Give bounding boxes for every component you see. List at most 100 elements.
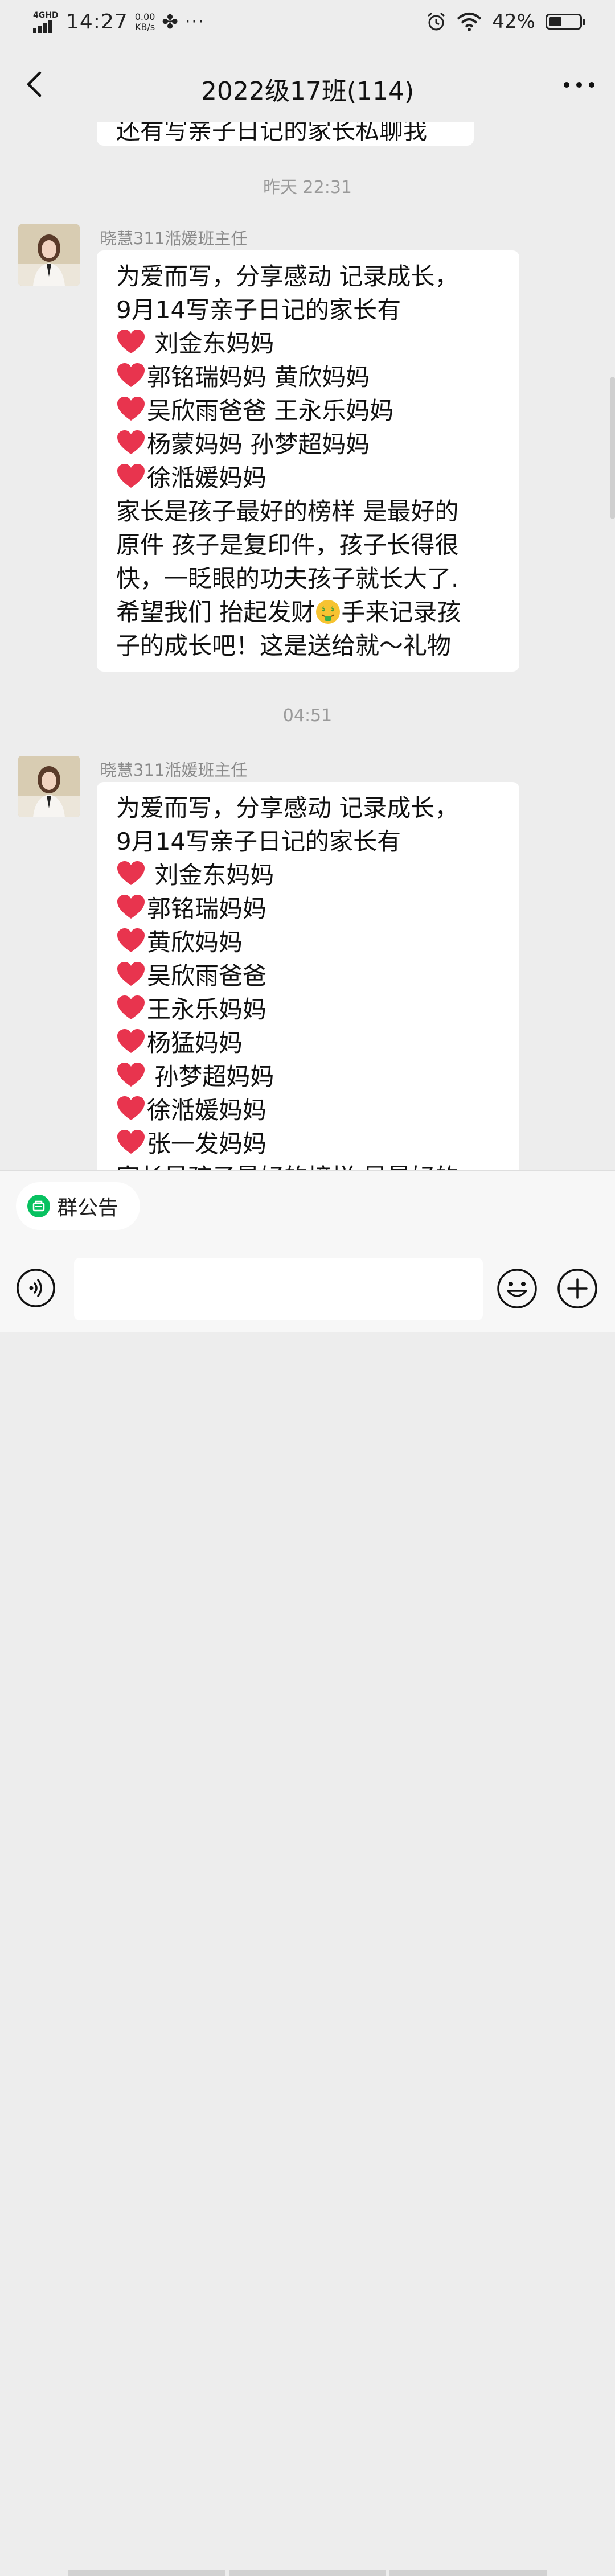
- avatar[interactable]: [18, 756, 80, 817]
- message-line: 杨猛妈妈: [116, 1026, 500, 1060]
- message-line: 徐湉媛妈妈: [116, 461, 500, 495]
- announcement-icon: [27, 1195, 50, 1217]
- emoji-icon[interactable]: [497, 1268, 538, 1309]
- message-text: 还有写亲子日记的家长私聊我: [116, 122, 428, 145]
- message-line: 刘金东妈妈: [116, 327, 500, 360]
- heart-emoji-icon: [117, 1063, 145, 1087]
- avatar-image: [18, 756, 80, 817]
- message-line: 希望我们 抬起发财 $ $ 手来记录孩: [116, 595, 500, 629]
- avatar[interactable]: [18, 224, 80, 286]
- message-line-text: 吴欣雨爸爸 王永乐妈妈: [147, 397, 394, 425]
- heart-emoji-icon: [117, 995, 145, 1019]
- svg-text:$: $: [322, 605, 326, 612]
- more-options-icon[interactable]: [559, 71, 599, 99]
- message-line: 刘金东妈妈: [116, 858, 500, 892]
- message-line-text: 手来记录孩: [341, 598, 461, 626]
- sender-name: 晓慧311湉媛班主任: [100, 760, 248, 780]
- message-line-text: 郭铭瑞妈妈 黄欣妈妈: [147, 363, 370, 391]
- message-line-text: 黄欣妈妈: [147, 928, 243, 956]
- message-line-text: 王永乐妈妈: [147, 995, 267, 1023]
- input-bar: [0, 1244, 615, 2576]
- message-line: 孙梦超妈妈: [116, 1060, 500, 1093]
- battery-percent: 42%: [492, 10, 535, 33]
- network-speed-value: 0.00: [134, 11, 155, 22]
- message-line: 郭铭瑞妈妈 黄欣妈妈: [116, 360, 500, 394]
- network-type: 4GHD: [33, 10, 59, 20]
- heart-emoji-icon: [117, 397, 145, 421]
- message-line: 家长是孩子最好的榜样 是最好的: [116, 495, 500, 528]
- message-line: 为爱而写，分享感动 记录成长，: [116, 260, 500, 293]
- avatar-image: [18, 224, 80, 286]
- signal-icon: [33, 20, 59, 33]
- message-timestamp: 04:51: [282, 706, 333, 726]
- message-line: 张一发妈妈: [116, 1127, 500, 1161]
- message-input[interactable]: [74, 1258, 483, 1320]
- heart-emoji-icon: [117, 1096, 145, 1120]
- wifi-icon: [457, 13, 482, 31]
- message-line: 杨蒙妈妈 孙梦超妈妈: [116, 427, 500, 461]
- plus-icon[interactable]: [557, 1268, 598, 1309]
- battery-level: [549, 17, 561, 26]
- announcement-label: 群公告: [57, 1196, 119, 1220]
- message-line: 子的成长吧！这是送给就～礼物: [116, 629, 500, 662]
- message-line: 快，一眨眼的功夫孩子就长大了.: [116, 562, 500, 595]
- chat-area[interactable]: 还有写亲子日记的家长私聊我 昨天 22:31 晓慧311湉媛班主任 为爱而写，分…: [0, 122, 615, 1170]
- message-line-text: 子的成长吧！这是送给就～礼物: [116, 632, 452, 660]
- chat-header: 2022级17班(114): [0, 48, 615, 122]
- network-speed: 0.00 KB/s: [134, 11, 155, 32]
- message-line: 徐湉媛妈妈: [116, 1093, 500, 1127]
- message-line-text: 刘金东妈妈: [147, 330, 274, 357]
- heart-emoji-icon: [117, 895, 145, 919]
- status-bar: 4GHD 14:27 0.00 KB/s ✤ ··· 42%: [0, 0, 615, 48]
- battery-icon: [546, 14, 585, 30]
- message-line: 9月14写亲子日记的家长有: [116, 293, 500, 327]
- message-line-text: 徐湉媛妈妈: [147, 1096, 267, 1124]
- network-indicator: 4GHD: [33, 11, 59, 33]
- svg-text:$: $: [331, 605, 335, 612]
- heart-emoji-icon: [117, 363, 145, 387]
- announcement-bar: 群公告: [0, 1170, 615, 1245]
- message-line: 郭铭瑞妈妈: [116, 892, 500, 925]
- message-line-text: 杨猛妈妈: [147, 1029, 243, 1057]
- network-speed-unit: KB/s: [134, 21, 155, 32]
- status-time: 14:27: [66, 10, 128, 34]
- message-line-text: 郭铭瑞妈妈: [147, 895, 267, 923]
- message-line-text: 快，一眨眼的功夫孩子就长大了.: [116, 565, 459, 592]
- sender-name: 晓慧311湉媛班主任: [100, 229, 248, 248]
- message-line: 原件 孩子是复印件，孩子长得很: [116, 528, 500, 562]
- heart-emoji-icon: [117, 1029, 145, 1053]
- message-timestamp: 昨天 22:31: [263, 178, 352, 197]
- heart-emoji-icon: [117, 330, 145, 353]
- message-line: 黄欣妈妈: [116, 925, 500, 959]
- message-line: 吴欣雨爸爸: [116, 959, 500, 993]
- message-line-text: 张一发妈妈: [147, 1130, 267, 1158]
- bottom-strip: [68, 2570, 547, 2576]
- message-line-text: 9月14写亲子日记的家长有: [116, 828, 401, 855]
- message-line-text: 为爱而写，分享感动 记录成长，: [116, 262, 459, 290]
- message-line-text: 家长是孩子最好的榜样 是最好的: [116, 1163, 458, 1170]
- message-line: 吴欣雨爸爸 王永乐妈妈: [116, 394, 500, 427]
- money-mouth-face-icon: $ $: [316, 600, 341, 624]
- scrollbar[interactable]: [610, 377, 615, 519]
- message-line-text: 家长是孩子最好的榜样 是最好的: [116, 497, 459, 525]
- message-bubble-partial[interactable]: 还有写亲子日记的家长私聊我: [97, 122, 474, 146]
- message-bubble[interactable]: 为爱而写，分享感动 记录成长， 9月14写亲子日记的家长有 刘金东妈妈郭铭瑞妈妈黄…: [97, 782, 519, 1170]
- group-announcement-button[interactable]: 群公告: [16, 1182, 140, 1230]
- message-line-text: 9月14写亲子日记的家长有: [116, 296, 401, 324]
- message-line: 9月14写亲子日记的家长有: [116, 825, 500, 858]
- heart-emoji-icon: [117, 962, 145, 986]
- voice-input-icon[interactable]: [16, 1268, 56, 1308]
- message-line-text: 吴欣雨爸爸: [147, 962, 267, 990]
- message-line-text: 原件 孩子是复印件，孩子长得很: [116, 531, 459, 559]
- heart-emoji-icon: [117, 464, 145, 488]
- message-line-text: 希望我们 抬起发财: [116, 598, 315, 626]
- alarm-icon: [428, 12, 445, 31]
- message-line: 为爱而写，分享感动 记录成长，: [116, 791, 500, 825]
- fan-icon: ✤: [162, 10, 178, 34]
- message-line: 家长是孩子最好的榜样 是最好的: [116, 1161, 500, 1170]
- heart-emoji-icon: [117, 1130, 145, 1154]
- message-line-text: 刘金东妈妈: [147, 861, 274, 889]
- message-bubble[interactable]: 为爱而写，分享感动 记录成长， 9月14写亲子日记的家长有 刘金东妈妈郭铭瑞妈妈 …: [97, 250, 519, 672]
- message-line-text: 徐湉媛妈妈: [147, 464, 267, 492]
- message-line-text: 为爱而写，分享感动 记录成长，: [116, 794, 459, 822]
